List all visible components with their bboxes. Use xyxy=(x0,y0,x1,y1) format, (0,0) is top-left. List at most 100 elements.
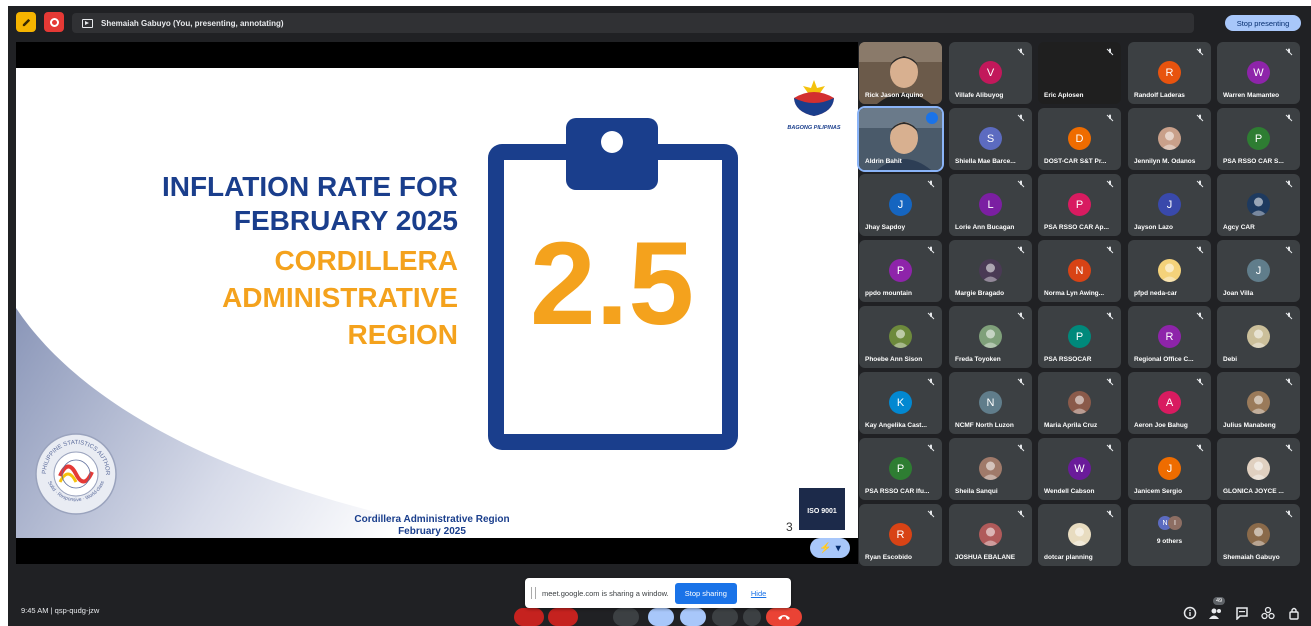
participant-tile[interactable]: Julius Manabeng xyxy=(1217,372,1300,434)
participant-photo xyxy=(1247,325,1270,348)
participant-tile[interactable]: N Norma Lyn Awing... xyxy=(1038,240,1121,302)
others-label: 9 others xyxy=(1156,538,1183,545)
people-button[interactable]: 49 xyxy=(1209,597,1226,620)
participant-tile[interactable]: NI9 others xyxy=(1128,504,1211,566)
participant-name: Aeron Joe Bahug xyxy=(1134,422,1188,429)
stop-presenting-button[interactable]: Stop presenting xyxy=(1225,15,1301,31)
presenting-banner: Shemaiah Gabuyo (You, presenting, annota… xyxy=(72,13,1194,33)
participant-name: JOSHUA EBALANE xyxy=(955,554,1016,561)
presentation-slide: INFLATION RATE FOR FEBRUARY 2025 CORDILL… xyxy=(16,68,858,538)
annotation-toggle-button[interactable]: ⚡ ▾ xyxy=(810,538,850,558)
mic-muted-icon xyxy=(1017,378,1025,386)
participant-tile[interactable]: Freda Toyoken xyxy=(949,306,1032,368)
participant-tile[interactable]: P PSA RSSO CAR Ap... xyxy=(1038,174,1121,236)
participant-tile[interactable]: Sheila Sanqui xyxy=(949,438,1032,500)
participant-photo xyxy=(979,325,1002,348)
raise-hand-button[interactable] xyxy=(712,608,738,626)
participant-avatar: P xyxy=(1247,127,1270,150)
participant-tile[interactable]: Eric Aplosen xyxy=(1038,42,1121,104)
captions-button[interactable] xyxy=(613,608,639,626)
participant-name: Regional Office C... xyxy=(1134,356,1194,363)
mic-muted-icon xyxy=(1285,246,1293,254)
mic-muted-icon xyxy=(927,180,935,188)
participant-tile[interactable]: J Joan Villa xyxy=(1217,240,1300,302)
mic-muted-icon xyxy=(1017,48,1025,56)
participant-tile[interactable]: J Jayson Lazo xyxy=(1128,174,1211,236)
others-avatar: I xyxy=(1168,516,1182,530)
psa-seal: PHILIPPINE STATISTICS AUTHORITY Solid · … xyxy=(34,432,117,515)
participant-tile[interactable]: Agcy CAR xyxy=(1217,174,1300,236)
info-icon[interactable] xyxy=(1183,606,1197,620)
participant-avatar: N xyxy=(1068,259,1091,282)
participant-tile[interactable]: P PSA RSSO CAR Ifu... xyxy=(859,438,942,500)
participant-name: dotcar planning xyxy=(1044,554,1093,561)
participant-tile[interactable]: P PSA RSSOCAR xyxy=(1038,306,1121,368)
participant-tile[interactable]: A Aeron Joe Bahug xyxy=(1128,372,1211,434)
mic-muted-icon xyxy=(1285,510,1293,518)
hide-button[interactable]: Hide xyxy=(751,589,766,598)
participant-name: Sheila Sanqui xyxy=(955,488,998,495)
participant-tile[interactable]: V Villafe Alibuyog xyxy=(949,42,1032,104)
participant-tile[interactable]: K Kay Angelika Cast... xyxy=(859,372,942,434)
mic-muted-icon xyxy=(1196,312,1204,320)
participant-photo xyxy=(979,457,1002,480)
participant-avatar: N xyxy=(979,391,1002,414)
participant-name: Margie Bragado xyxy=(955,290,1005,297)
participant-tile[interactable]: R Regional Office C... xyxy=(1128,306,1211,368)
iso-text: ISO 9001 xyxy=(807,508,837,515)
participant-name: PSA RSSOCAR xyxy=(1044,356,1092,363)
more-options-button[interactable] xyxy=(743,608,761,626)
mic-muted-icon xyxy=(1285,378,1293,386)
mic-off-button[interactable] xyxy=(514,608,544,626)
participant-tile[interactable]: Rick Jason Aquino xyxy=(859,42,942,104)
participant-avatar: P xyxy=(1068,193,1091,216)
participant-tile[interactable]: Margie Bragado xyxy=(949,240,1032,302)
participant-tile[interactable]: dotcar planning xyxy=(1038,504,1121,566)
participant-avatar: L xyxy=(979,193,1002,216)
recording-icon[interactable] xyxy=(44,12,64,32)
mic-muted-icon xyxy=(927,444,935,452)
annotate-pen-icon[interactable] xyxy=(16,12,36,32)
participant-tile[interactable]: N NCMF North Luzon xyxy=(949,372,1032,434)
mic-muted-icon xyxy=(1106,180,1114,188)
present-button[interactable] xyxy=(680,608,706,626)
participant-tile[interactable]: J Jhay Sapdoy xyxy=(859,174,942,236)
participant-tile[interactable]: P PSA RSSO CAR S... xyxy=(1217,108,1300,170)
bottom-bar: 9:45 AM | qsp-qudg-jzw meet.google.com i… xyxy=(8,568,1311,626)
participant-avatar: S xyxy=(979,127,1002,150)
chat-icon[interactable] xyxy=(1235,606,1249,620)
stop-sharing-button[interactable]: Stop sharing xyxy=(674,582,737,604)
participant-tile[interactable]: GLONICA JOYCE ... xyxy=(1217,438,1300,500)
participant-tile[interactable]: Debi xyxy=(1217,306,1300,368)
participant-tile[interactable]: L Lorie Ann Bucagan xyxy=(949,174,1032,236)
participant-tile[interactable]: W Warren Mamanteo xyxy=(1217,42,1300,104)
participant-tile[interactable]: Jennilyn M. Odanos xyxy=(1128,108,1211,170)
participant-tile[interactable]: pfpd neda-car xyxy=(1128,240,1211,302)
dropdown-icon: ▾ xyxy=(835,542,841,554)
footer-line-2: February 2025 xyxy=(398,526,466,537)
participant-tile[interactable]: Aldrin Bahit xyxy=(857,106,944,172)
participant-avatar: R xyxy=(889,523,912,546)
mic-muted-icon xyxy=(1106,312,1114,320)
camera-off-button[interactable] xyxy=(548,608,578,626)
emoji-button[interactable] xyxy=(648,608,674,626)
participant-avatar: P xyxy=(889,259,912,282)
leave-call-button[interactable] xyxy=(766,608,802,626)
participant-tile[interactable]: W Wendell Cabson xyxy=(1038,438,1121,500)
participant-tile[interactable]: D DOST-CAR S&T Pr... xyxy=(1038,108,1121,170)
activities-icon[interactable] xyxy=(1261,606,1275,620)
participant-tile[interactable]: JOSHUA EBALANE xyxy=(949,504,1032,566)
participant-tile[interactable]: J Janicem Sergio xyxy=(1128,438,1211,500)
participant-tile[interactable]: Phoebe Ann Sison xyxy=(859,306,942,368)
participant-tile[interactable]: Maria Aprila Cruz xyxy=(1038,372,1121,434)
participant-tile[interactable]: S Shiella Mae Barce... xyxy=(949,108,1032,170)
participant-name: Villafe Alibuyog xyxy=(955,92,1004,99)
participant-tile[interactable]: R Randolf Laderas xyxy=(1128,42,1211,104)
host-controls-icon[interactable] xyxy=(1287,606,1301,620)
meet-window: Shemaiah Gabuyo (You, presenting, annota… xyxy=(8,6,1311,626)
participant-tile[interactable]: R Ryan Escobido xyxy=(859,504,942,566)
drag-handle-icon[interactable] xyxy=(531,587,536,599)
participant-tile[interactable]: Pppdo mountain xyxy=(859,240,942,302)
participant-tile[interactable]: Shemaiah Gabuyo xyxy=(1217,504,1300,566)
logo-text: BAGONG PILIPINAS xyxy=(787,125,841,131)
